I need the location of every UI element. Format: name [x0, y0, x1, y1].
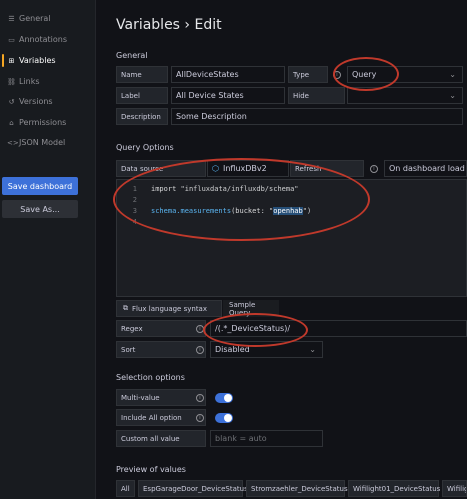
- sidebar-item-annotations[interactable]: ▭ Annotations: [0, 29, 96, 50]
- history-icon: ↺: [8, 97, 15, 106]
- sort-label: Sort: [116, 341, 206, 358]
- name-label: Name: [116, 66, 168, 83]
- section-selection-heading: Selection options: [116, 373, 185, 382]
- variables-icon: ⊞: [8, 56, 15, 65]
- code-line: 4: [132, 217, 137, 226]
- preview-value: Wifilight01_DeviceStatus: [348, 480, 440, 497]
- refresh-select[interactable]: On dashboard load: [384, 160, 467, 177]
- label-label: Label: [116, 87, 168, 104]
- page-title: Variables › Edit: [116, 17, 222, 33]
- sidebar-item-permissions[interactable]: ⌂ Permissions: [0, 112, 96, 133]
- info-icon: i: [196, 325, 204, 333]
- preview-value: EspGarageDoor_DeviceStatus: [138, 480, 248, 497]
- datasource-select[interactable]: ⬡ InfluxDBv2: [207, 160, 289, 177]
- info-icon: i: [196, 394, 204, 402]
- sidebar-item-json-model[interactable]: <> JSON Model: [0, 132, 96, 153]
- lock-icon: ⌂: [9, 118, 14, 127]
- description-label: Description: [116, 108, 168, 125]
- code-icon: <>: [7, 138, 19, 147]
- variable-editor: Variables › Edit General Name AllDeviceS…: [97, 0, 467, 499]
- sample-query-tab[interactable]: Sample Query: [223, 300, 279, 317]
- section-general-heading: General: [116, 51, 148, 60]
- sidebar-item-general[interactable]: ☰ General: [0, 8, 96, 29]
- section-query-heading: Query Options: [116, 143, 174, 152]
- type-select[interactable]: Query ⌄: [347, 66, 463, 83]
- info-icon: i: [196, 346, 204, 354]
- save-as-button[interactable]: Save As...: [2, 200, 78, 218]
- multi-value-toggle[interactable]: [215, 393, 233, 403]
- sidebar-item-versions[interactable]: ↺ Versions: [0, 91, 96, 112]
- sliders-icon: ☰: [8, 14, 15, 23]
- influxdb-icon: ⬡: [212, 164, 219, 173]
- regex-input[interactable]: /(.*_DeviceStatus)/: [210, 320, 467, 337]
- multi-value-label: Multi-value: [116, 389, 206, 406]
- info-icon: i: [196, 414, 204, 422]
- sidebar-item-variables[interactable]: ⊞ Variables: [0, 50, 96, 71]
- chevron-down-icon: ⌄: [449, 70, 456, 79]
- link-icon: ⛓: [7, 77, 16, 86]
- hide-select[interactable]: ⌄: [347, 87, 463, 104]
- label-input[interactable]: All Device States: [171, 87, 285, 104]
- name-input[interactable]: AllDeviceStates: [171, 66, 285, 83]
- flux-syntax-link[interactable]: ⧉ Flux language syntax: [116, 300, 222, 317]
- regex-label: Regex: [116, 320, 206, 337]
- settings-sidebar: ☰ General ▭ Annotations ⊞ Variables ⛓ Links …: [0, 0, 96, 499]
- comment-icon: ▭: [8, 35, 15, 44]
- include-all-label: Include All option: [116, 409, 206, 426]
- sidebar-item-links[interactable]: ⛓ Links: [0, 71, 96, 92]
- description-input[interactable]: Some Description: [171, 108, 463, 125]
- chevron-down-icon: ⌄: [449, 91, 456, 100]
- refresh-label: Refresh: [290, 160, 364, 177]
- datasource-label: Data source: [116, 160, 206, 177]
- code-line: 3 schema.measurements (bucket: " openhab "): [132, 206, 312, 215]
- custom-all-input[interactable]: blank = auto: [210, 430, 323, 447]
- hide-label: Hide: [288, 87, 345, 104]
- query-code-editor[interactable]: 1 import "influxdata/influxdb/schema" 2 3…: [116, 179, 467, 297]
- preview-value: All: [116, 480, 135, 497]
- preview-value: Stromzaehler_DeviceStatus: [246, 480, 348, 497]
- chevron-down-icon: ⌄: [309, 345, 316, 354]
- code-line: 1 import "influxdata/influxdb/schema": [132, 184, 299, 193]
- custom-all-label: Custom all value: [116, 430, 206, 447]
- info-icon: i: [333, 71, 341, 79]
- section-preview-heading: Preview of values: [116, 465, 186, 474]
- info-icon: i: [370, 165, 378, 173]
- code-line: 2: [132, 195, 137, 204]
- save-dashboard-button[interactable]: Save dashboard: [2, 177, 78, 195]
- type-label: Type: [288, 66, 328, 83]
- sort-select[interactable]: Disabled ⌄: [210, 341, 323, 358]
- external-link-icon: ⧉: [123, 304, 128, 312]
- include-all-toggle[interactable]: [215, 413, 233, 423]
- preview-value: Wifiligh: [442, 480, 467, 497]
